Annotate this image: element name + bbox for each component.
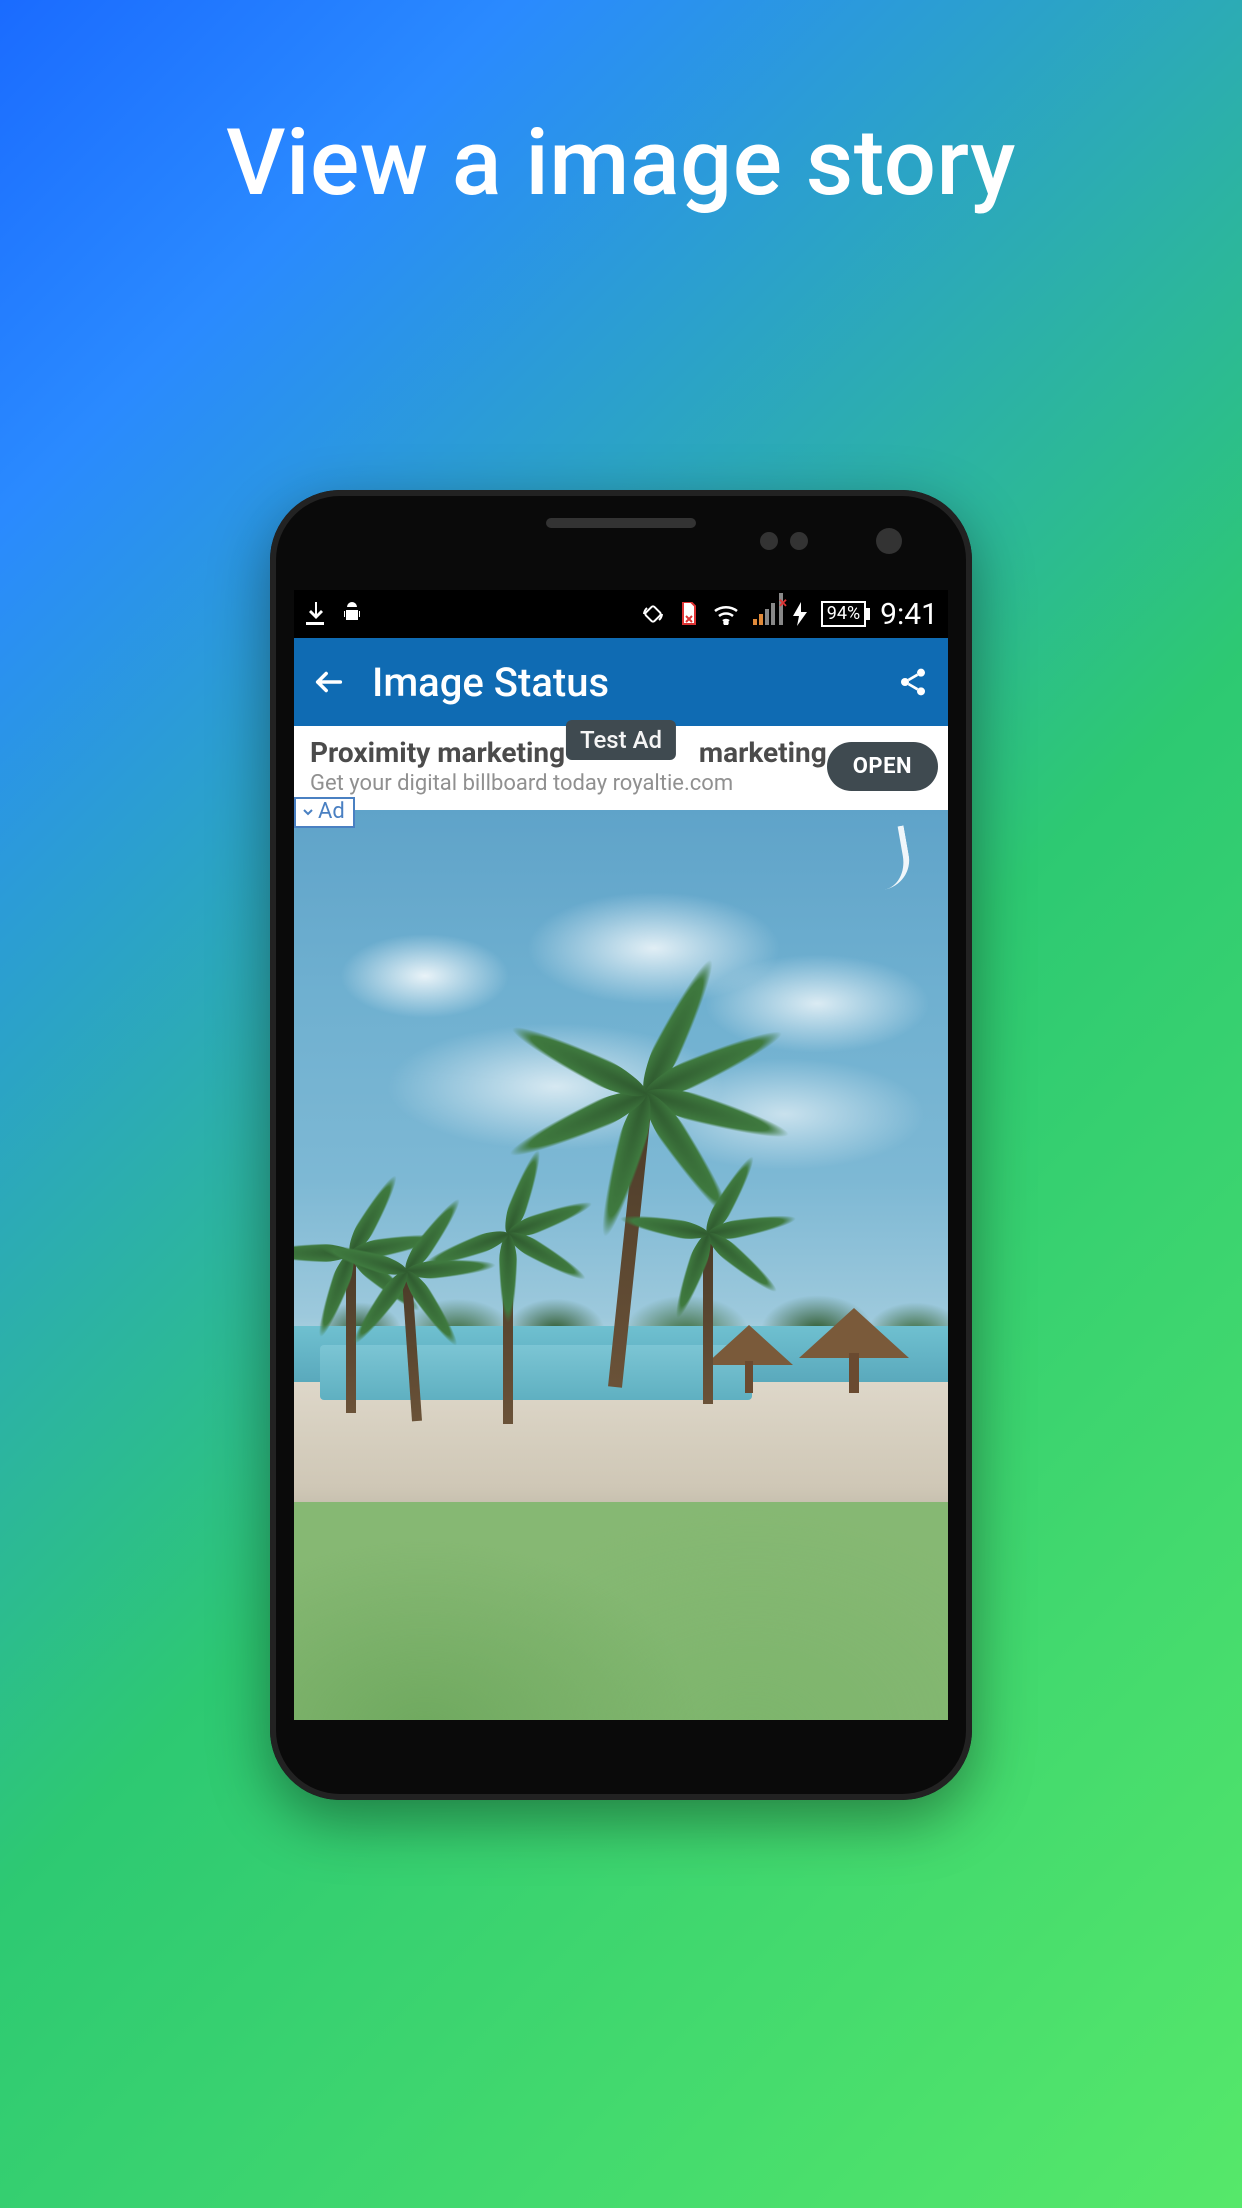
status-clock: 9:41 — [880, 597, 938, 632]
signal-icon: × — [753, 603, 779, 625]
ad-subtitle: Get your digital billboard today royalti… — [310, 771, 827, 796]
wifi-icon — [713, 603, 739, 625]
test-ad-badge: Test Ad — [566, 720, 676, 760]
ad-badge[interactable]: Ad — [294, 797, 355, 828]
app-bar-title: Image Status — [364, 659, 878, 706]
phone-sensor-dot — [790, 532, 808, 550]
status-image[interactable] — [294, 810, 948, 1720]
phone-screen: × 94% 9:41 Image Status — [294, 590, 948, 1720]
phone-frame: × 94% 9:41 Image Status — [270, 490, 972, 1800]
ad-banner[interactable]: Proximity marketing - Royaltie marketing… — [294, 726, 948, 810]
charging-icon — [793, 602, 807, 626]
phone-camera-dot — [876, 528, 902, 554]
back-button[interactable] — [294, 638, 364, 726]
sim-icon — [679, 602, 699, 626]
share-button[interactable] — [878, 638, 948, 726]
rotate-lock-icon — [641, 602, 665, 626]
android-icon — [340, 602, 364, 626]
download-icon — [304, 602, 326, 626]
battery-indicator: 94% — [821, 601, 866, 627]
phone-sensor-dot — [760, 532, 778, 550]
ad-open-button[interactable]: OPEN — [827, 742, 938, 791]
status-bar: × 94% 9:41 — [294, 590, 948, 638]
promo-title: View a image story — [0, 110, 1242, 217]
app-bar: Image Status — [294, 638, 948, 726]
